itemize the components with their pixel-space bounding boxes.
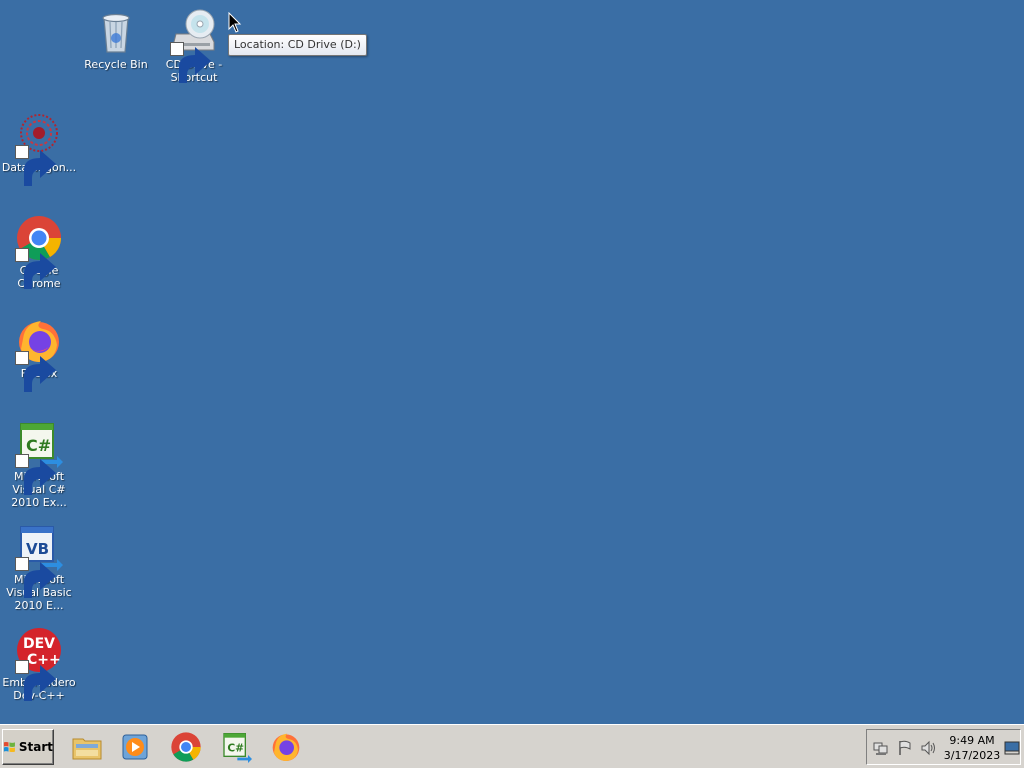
dev-cpp-icon: DEV C++ xyxy=(15,626,63,701)
taskbar-media-player[interactable] xyxy=(119,731,153,763)
action-center-flag-icon[interactable] xyxy=(897,740,913,756)
show-desktop-icon[interactable] xyxy=(1004,741,1020,755)
desktop-icon-visual-csharp[interactable]: C# Microsoft Visual C# 2010 Ex... xyxy=(0,420,78,509)
datawagon-icon xyxy=(15,111,63,186)
desktop-icon-dev-cpp[interactable]: DEV C++ Embarcadero Dev-C++ xyxy=(0,626,78,702)
start-button[interactable]: Start xyxy=(2,729,54,765)
desktop-icon-datawagon[interactable]: DataWagon... xyxy=(0,111,78,186)
svg-text:C#: C# xyxy=(26,436,51,455)
desktop-icon-label: Recycle Bin xyxy=(84,58,148,71)
taskbar-chrome[interactable] xyxy=(169,731,203,763)
svg-text:VB: VB xyxy=(26,540,49,558)
volume-icon[interactable] xyxy=(921,740,937,756)
shortcut-arrow-icon xyxy=(15,557,56,598)
clock[interactable]: 9:49 AM 3/17/2023 xyxy=(943,733,1001,763)
tooltip: Location: CD Drive (D:) xyxy=(228,34,367,56)
system-tray: 9:49 AM 3/17/2023 xyxy=(866,729,1021,765)
shortcut-arrow-icon xyxy=(15,351,56,392)
visual-basic-icon: VB xyxy=(15,523,63,598)
svg-text:DEV: DEV xyxy=(23,636,55,652)
taskbar-visual-csharp[interactable]: C# xyxy=(219,731,253,763)
taskbar: Start C# 9:49 AM 3/17/2023 xyxy=(0,724,1024,768)
clock-time: 9:49 AM xyxy=(949,734,995,747)
taskbar-file-explorer[interactable] xyxy=(70,731,104,763)
svg-text:C#: C# xyxy=(227,742,244,755)
firefox-icon xyxy=(272,733,300,761)
chrome-icon xyxy=(15,214,63,289)
start-label: Start xyxy=(18,740,53,754)
network-icon[interactable] xyxy=(873,740,889,756)
shortcut-arrow-icon xyxy=(15,454,56,495)
mouse-cursor-icon xyxy=(228,12,242,33)
chrome-icon xyxy=(171,732,201,762)
visual-csharp-icon: C# xyxy=(223,733,252,763)
desktop-icon-firefox[interactable]: Firefox xyxy=(0,317,78,392)
cd-drive-icon xyxy=(170,8,218,83)
desktop[interactable]: Recycle Bin CD Drive - Shortcut xyxy=(0,0,1024,724)
desktop-icon-recycle-bin[interactable]: Recycle Bin xyxy=(77,8,155,71)
clock-date: 3/17/2023 xyxy=(943,749,1001,762)
desktop-icon-google-chrome[interactable]: Google Chrome xyxy=(0,214,78,290)
windows-logo-icon xyxy=(3,741,15,753)
shortcut-arrow-icon xyxy=(170,42,211,83)
file-explorer-icon xyxy=(72,738,102,760)
firefox-icon xyxy=(15,317,63,392)
desktop-icon-cd-drive-shortcut[interactable]: CD Drive - Shortcut xyxy=(155,8,233,84)
recycle-bin-icon xyxy=(92,8,140,56)
shortcut-arrow-icon xyxy=(15,248,56,289)
taskbar-firefox[interactable] xyxy=(269,731,303,763)
shortcut-arrow-icon xyxy=(15,145,56,186)
visual-csharp-icon: C# xyxy=(15,420,63,495)
shortcut-arrow-icon xyxy=(15,660,56,701)
media-player-icon xyxy=(122,734,148,760)
desktop-icon-visual-basic[interactable]: VB Microsoft Visual Basic 2010 E... xyxy=(0,523,78,612)
